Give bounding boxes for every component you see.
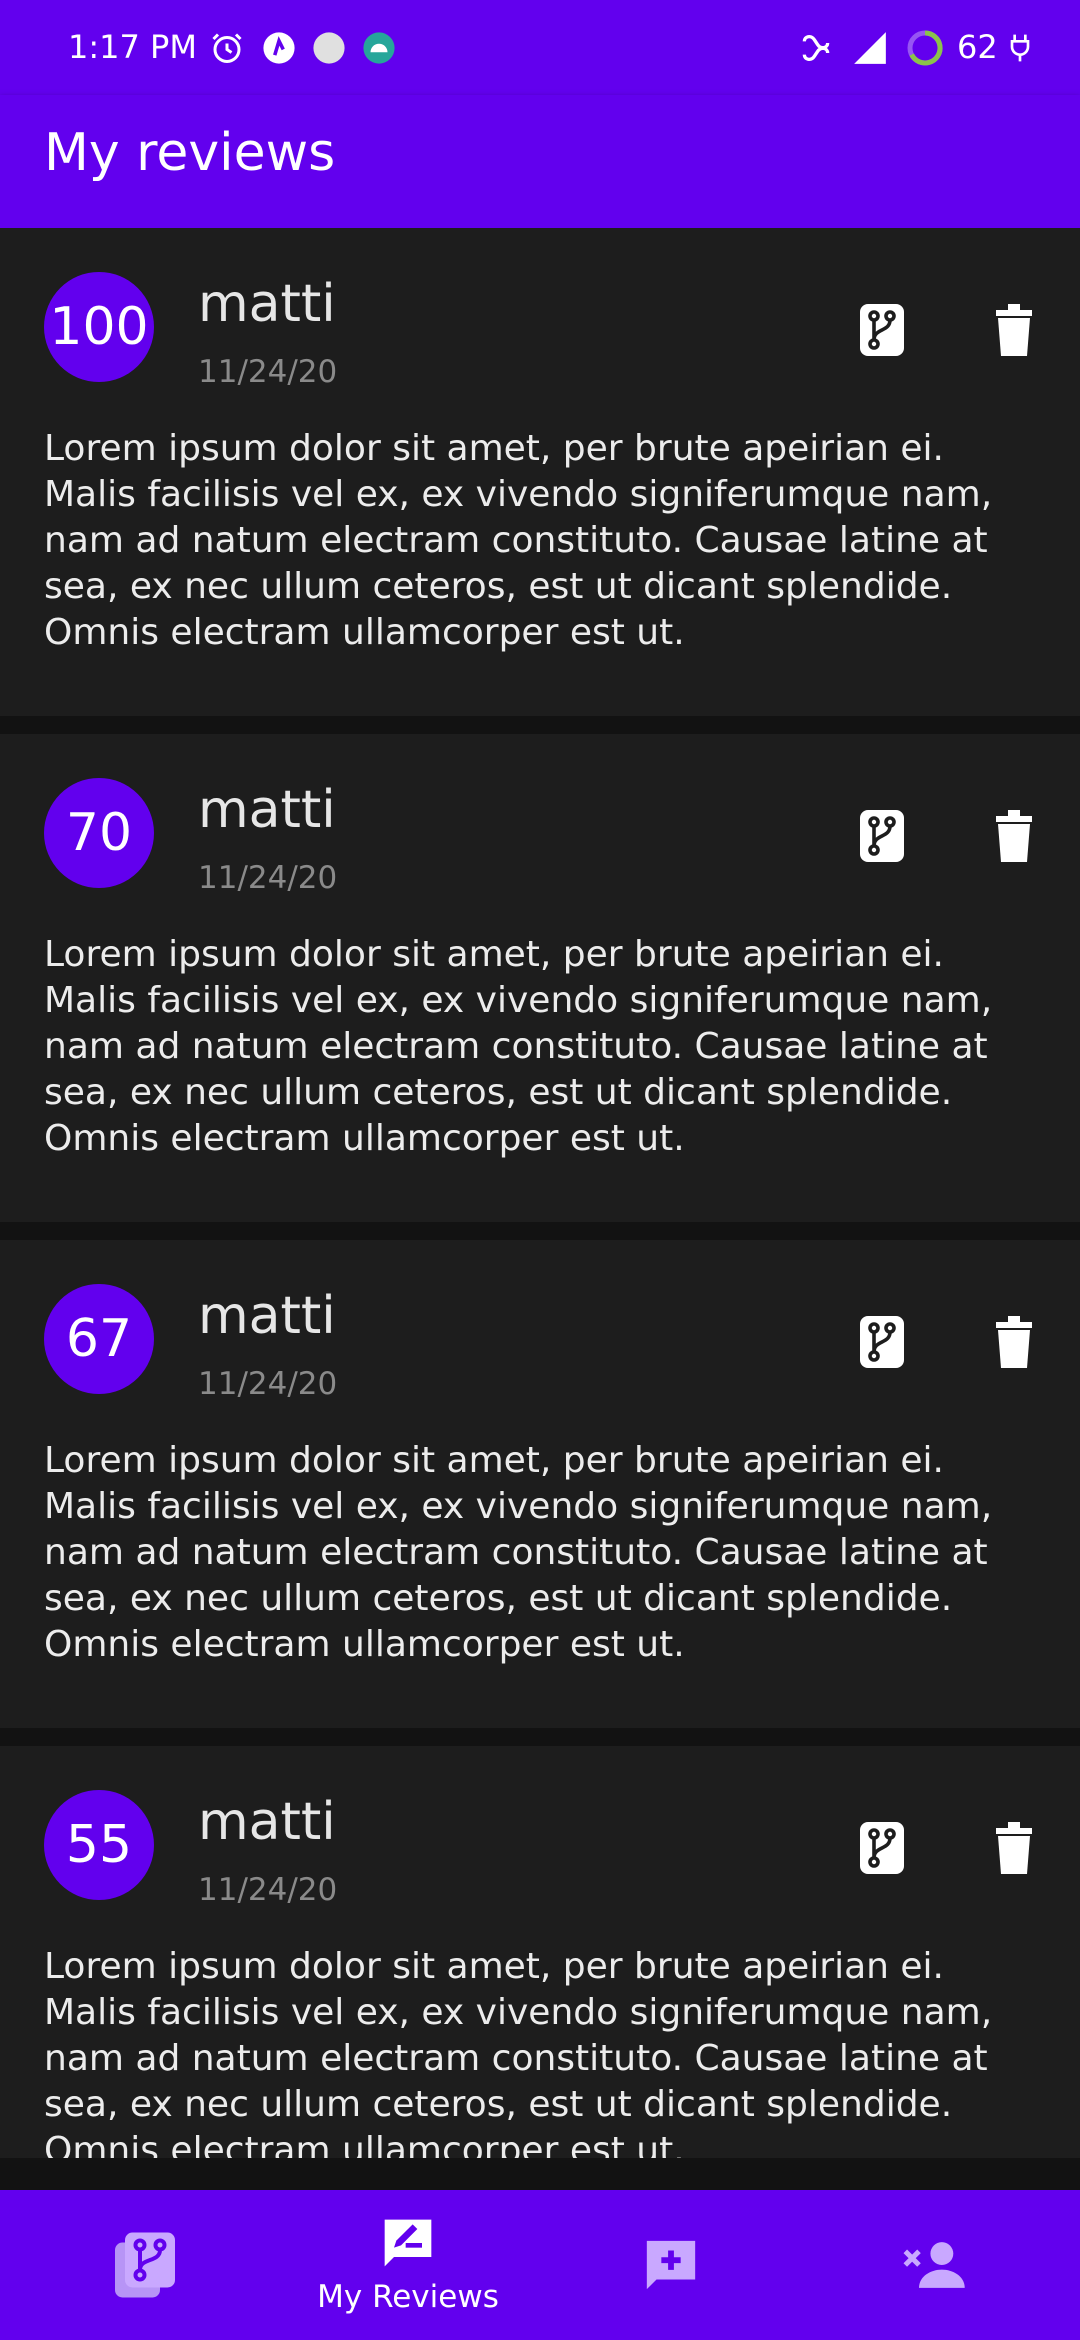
review-text: Lorem ipsum dolor sit amet, per brute ap… (44, 1946, 993, 2158)
delete-icon[interactable] (982, 804, 1046, 868)
nav-item-remove-user[interactable] (800, 2190, 1070, 2340)
status-bar: 1:17 PM 62 (0, 0, 1080, 95)
review-author: matti (198, 274, 336, 334)
review-card: 55 matti 11/24/20 Lorem ipsum dolor sit … (0, 1746, 1080, 2158)
app-bar: My reviews (0, 95, 1080, 228)
status-time: 1:17 PM (68, 28, 197, 66)
branch-list-icon (115, 2232, 175, 2298)
score-badge: 55 (44, 1790, 154, 1900)
branch-icon[interactable] (850, 1310, 914, 1374)
review-card: 100 matti 11/24/20 Lorem ipsum dolor sit… (0, 228, 1080, 716)
score-badge: 70 (44, 778, 154, 888)
delete-icon[interactable] (982, 298, 1046, 362)
review-date: 11/24/20 (198, 1366, 338, 1402)
review-card: 70 matti 11/24/20 Lorem ipsum dolor sit … (0, 734, 1080, 1222)
write-review-icon (384, 2219, 432, 2267)
charging-plug-icon (1000, 28, 1040, 68)
review-card: 67 matti 11/24/20 Lorem ipsum dolor sit … (0, 1240, 1080, 1728)
battery-ring-icon (905, 28, 945, 68)
bottom-navigation: My Reviews (0, 2190, 1080, 2340)
score-badge: 100 (44, 272, 154, 382)
nav-item-add-review[interactable] (536, 2190, 806, 2340)
review-date: 11/24/20 (198, 354, 338, 390)
delete-icon[interactable] (982, 1310, 1046, 1374)
circle-notification-icon (309, 28, 349, 68)
delete-icon[interactable] (982, 1816, 1046, 1880)
branch-icon[interactable] (850, 804, 914, 868)
nav-label-my-reviews: My Reviews (317, 2279, 499, 2315)
review-author: matti (198, 1792, 336, 1852)
review-author: matti (198, 780, 336, 840)
add-comment-icon (646, 2240, 696, 2290)
review-date: 11/24/20 (198, 1872, 338, 1908)
page-title: My reviews (44, 123, 336, 183)
nav-item-branches[interactable] (10, 2190, 280, 2340)
signal-icon (850, 28, 890, 68)
review-author: matti (198, 1286, 336, 1346)
app-notification-icon (259, 28, 299, 68)
branch-icon[interactable] (850, 298, 914, 362)
remove-user-icon (903, 2242, 965, 2288)
review-date: 11/24/20 (198, 860, 338, 896)
alarm-icon (207, 28, 247, 68)
android-notification-icon (359, 28, 399, 68)
branch-icon[interactable] (850, 1816, 914, 1880)
link-icon (796, 28, 836, 68)
score-badge: 67 (44, 1284, 154, 1394)
review-text: Lorem ipsum dolor sit amet, per brute ap… (44, 934, 993, 1159)
review-text: Lorem ipsum dolor sit amet, per brute ap… (44, 428, 993, 653)
review-list[interactable]: 100 matti 11/24/20 Lorem ipsum dolor sit… (0, 228, 1080, 2158)
nav-item-my-reviews[interactable]: My Reviews (273, 2190, 543, 2340)
battery-level: 62 (957, 28, 998, 66)
review-text: Lorem ipsum dolor sit amet, per brute ap… (44, 1440, 993, 1665)
